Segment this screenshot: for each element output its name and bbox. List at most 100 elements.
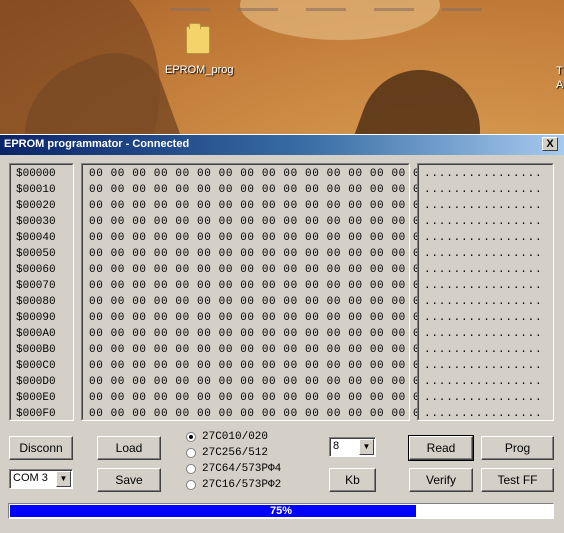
hex-row[interactable]: 00 00 00 00 00 00 00 00 00 00 00 00 00 0… [89, 230, 427, 246]
ascii-row[interactable]: ................ [424, 166, 542, 182]
kb-label: Kb [345, 473, 360, 487]
ascii-panel[interactable]: ........................................… [417, 163, 554, 421]
hex-row[interactable]: 00 00 00 00 00 00 00 00 00 00 00 00 00 0… [89, 278, 427, 294]
com-port-value: COM 3 [13, 472, 48, 484]
ascii-row[interactable]: ................ [424, 390, 542, 406]
title-bar[interactable]: EPROM programmator - Connected X [0, 135, 564, 155]
chip-option-label: 27C16/573РФ2 [202, 479, 282, 491]
hex-row[interactable]: 00 00 00 00 00 00 00 00 00 00 00 00 00 0… [89, 390, 427, 406]
window-title: EPROM programmator - Connected [4, 138, 190, 150]
address-cell: $00080 [16, 296, 56, 308]
size-select[interactable]: 8 ▼ [329, 437, 376, 457]
read-label: Read [426, 441, 456, 455]
hex-data-list: 00 00 00 00 00 00 00 00 00 00 00 00 00 0… [82, 164, 427, 420]
hex-data-panel[interactable]: 00 00 00 00 00 00 00 00 00 00 00 00 00 0… [81, 163, 427, 421]
read-button[interactable]: Read [408, 435, 474, 461]
hex-row[interactable]: 00 00 00 00 00 00 00 00 00 00 00 00 00 0… [89, 182, 427, 198]
hex-row[interactable]: 00 00 00 00 00 00 00 00 00 00 00 00 00 0… [89, 374, 427, 390]
chevron-down-icon[interactable]: ▼ [56, 471, 71, 487]
radio-icon[interactable] [186, 448, 196, 458]
address-panel: $00000 $00010 $00020 $00030 $00040 $00050 $000… [9, 163, 74, 421]
hex-row[interactable]: 00 00 00 00 00 00 00 00 00 00 00 00 00 0… [89, 246, 427, 262]
address-cell: $000F0 [16, 408, 56, 420]
disconnect-label: Disconn [19, 441, 63, 455]
address-cell: $000B0 [16, 344, 56, 356]
ascii-row[interactable]: ................ [424, 358, 542, 374]
kb-button[interactable]: Kb [329, 468, 376, 492]
radio-icon[interactable] [186, 480, 196, 490]
close-icon: X [546, 138, 554, 150]
hex-row[interactable]: 00 00 00 00 00 00 00 00 00 00 00 00 00 0… [89, 358, 427, 374]
save-label: Save [115, 473, 143, 487]
hex-row[interactable]: 00 00 00 00 00 00 00 00 00 00 00 00 00 0… [89, 262, 427, 278]
prog-button[interactable]: Prog [481, 436, 554, 460]
desktop-icon-label: EPROM_prog [165, 64, 234, 76]
address-cell: $00090 [16, 312, 56, 324]
load-button[interactable]: Load [97, 436, 161, 460]
verify-button[interactable]: Verify [409, 468, 473, 492]
address-cell: $00070 [16, 280, 56, 292]
ascii-row[interactable]: ................ [424, 406, 542, 422]
address-cell: $000C0 [16, 360, 56, 372]
ascii-row[interactable]: ................ [424, 278, 542, 294]
ascii-list: ........................................… [418, 164, 553, 420]
eprom-window: EPROM programmator - Connected X $00000 $… [0, 134, 564, 533]
ascii-row[interactable]: ................ [424, 310, 542, 326]
hex-row[interactable]: 00 00 00 00 00 00 00 00 00 00 00 00 00 0… [89, 342, 427, 358]
radio-icon[interactable] [186, 464, 196, 474]
test-ff-button[interactable]: Test FF [481, 468, 554, 492]
desktop-icon-eprom-prog[interactable]: EPROM_prog [165, 23, 234, 76]
chip-option-label: 27C256/512 [202, 447, 269, 459]
chevron-down-icon[interactable]: ▼ [359, 439, 374, 455]
address-cell: $00000 [16, 168, 56, 180]
ascii-row[interactable]: ................ [424, 198, 542, 214]
hex-row[interactable]: 00 00 00 00 00 00 00 00 00 00 00 00 00 0… [89, 294, 427, 310]
folder-icon [186, 23, 210, 54]
address-cell: $00010 [16, 184, 56, 196]
disconnect-button[interactable]: Disconn [9, 436, 73, 460]
ascii-row[interactable]: ................ [424, 294, 542, 310]
address-cell: $00050 [16, 248, 56, 260]
ascii-row[interactable]: ................ [424, 182, 542, 198]
verify-label: Verify [425, 473, 456, 487]
save-button[interactable]: Save [97, 468, 161, 492]
test-ff-label: Test FF [497, 473, 538, 487]
hex-row[interactable]: 00 00 00 00 00 00 00 00 00 00 00 00 00 0… [89, 198, 427, 214]
address-cell: $000E0 [16, 392, 56, 404]
ascii-row[interactable]: ................ [424, 214, 542, 230]
address-list: $00000 $00010 $00020 $00030 $00040 $00050 $000… [10, 164, 73, 420]
ascii-row[interactable]: ................ [424, 374, 542, 390]
address-cell: $00040 [16, 232, 56, 244]
hex-row[interactable]: 00 00 00 00 00 00 00 00 00 00 00 00 00 0… [89, 214, 427, 230]
ascii-row[interactable]: ................ [424, 230, 542, 246]
radio-icon[interactable] [186, 432, 196, 442]
address-cell: $000A0 [16, 328, 56, 340]
address-cell: $00020 [16, 200, 56, 212]
close-button[interactable]: X [542, 137, 558, 151]
prog-label: Prog [504, 441, 531, 455]
progress-bar: 75% [8, 503, 554, 519]
address-cell: $00030 [16, 216, 56, 228]
hex-row[interactable]: 00 00 00 00 00 00 00 00 00 00 00 00 00 0… [89, 326, 427, 342]
ascii-row[interactable]: ................ [424, 262, 542, 278]
desktop-background: EPROM_prog T A [0, 0, 564, 134]
address-cell: $00060 [16, 264, 56, 276]
com-port-select[interactable]: COM 3 ▼ [9, 469, 73, 489]
size-value: 8 [333, 440, 340, 452]
address-cell: $000D0 [16, 376, 56, 388]
ascii-row[interactable]: ................ [424, 246, 542, 262]
cut-off-desktop-labels [170, 0, 564, 11]
desktop-icon-partial[interactable]: T A [556, 64, 563, 92]
progress-text: 75% [269, 505, 293, 517]
hex-row[interactable]: 00 00 00 00 00 00 00 00 00 00 00 00 00 0… [89, 166, 427, 182]
load-label: Load [115, 441, 143, 455]
ascii-row[interactable]: ................ [424, 326, 542, 342]
chip-option-label: 27C010/020 [202, 431, 269, 443]
cat-ear-right [343, 53, 497, 134]
chip-option-label: 27C64/573РФ4 [202, 463, 282, 475]
desktop-partial-label-1: T [556, 65, 563, 77]
ascii-row[interactable]: ................ [424, 342, 542, 358]
hex-row[interactable]: 00 00 00 00 00 00 00 00 00 00 00 00 00 0… [89, 406, 427, 422]
desktop-partial-label-2: A [556, 79, 564, 91]
hex-row[interactable]: 00 00 00 00 00 00 00 00 00 00 00 00 00 0… [89, 310, 427, 326]
